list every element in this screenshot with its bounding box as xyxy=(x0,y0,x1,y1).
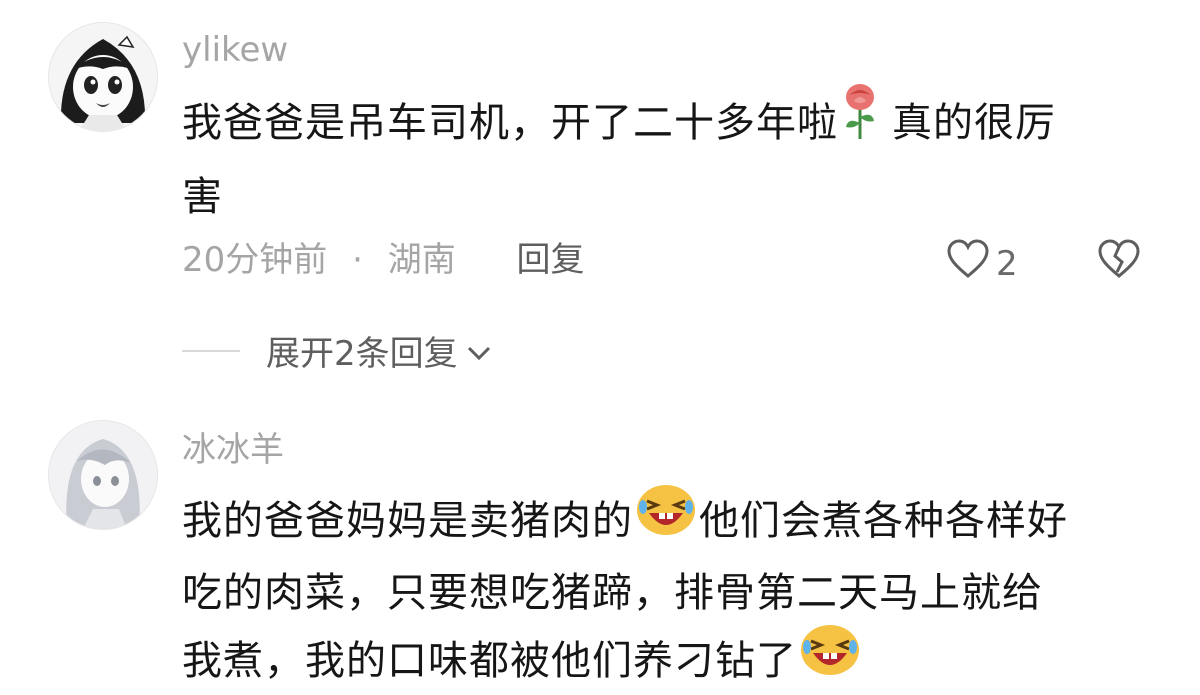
rose-icon xyxy=(840,83,880,161)
heart-icon xyxy=(946,238,990,289)
chevron-down-icon xyxy=(466,331,492,371)
comment-line: 吃的肉菜，只要想吃猪蹄，排骨第二天马上就给 xyxy=(182,570,1043,616)
location: 湖南 xyxy=(387,240,456,280)
username[interactable]: ylikew xyxy=(182,30,288,70)
anime-avatar-image xyxy=(49,421,157,529)
comment-text: 我的爸爸妈妈是卖猪肉的 他们会煮各种各样好 吃的肉菜，只要想吃猪蹄，排骨第二天马… xyxy=(182,483,1162,695)
comment-text: 我爸爸是吊车司机，开了二十多年啦 真的很厉 害 xyxy=(182,83,1162,230)
anime-avatar-image xyxy=(49,23,157,131)
timestamp: 20分钟前 xyxy=(182,240,328,280)
comment-line: 我煮，我的口味都被他们养刁钻了 xyxy=(182,623,1162,695)
laughing-face-icon xyxy=(799,623,861,695)
expand-replies-label: 展开2条回复 xyxy=(266,334,458,374)
like-button[interactable]: 2 xyxy=(946,238,1018,289)
comment-line: 害 xyxy=(182,174,223,220)
avatar[interactable] xyxy=(48,22,158,132)
dislike-button[interactable] xyxy=(1096,238,1142,284)
comment-line: 我的爸爸妈妈是卖猪肉的 他们会煮各种各样好 xyxy=(182,483,1162,560)
comment-list: ylikew 我爸爸是吊车司机，开了二十多年啦 真的很厉 害 20分钟前 · 湖… xyxy=(0,0,1200,695)
divider xyxy=(182,349,240,352)
comment-meta: 20分钟前 · 湖南 回复 xyxy=(182,240,585,280)
comment-line: 我爸爸是吊车司机，开了二十多年啦 真的很厉 xyxy=(182,83,1162,164)
laughing-face-icon xyxy=(635,483,697,557)
broken-heart-icon xyxy=(1096,239,1142,284)
meta-separator: · xyxy=(352,240,363,280)
reply-button[interactable]: 回复 xyxy=(517,240,585,280)
like-count: 2 xyxy=(996,243,1018,284)
expand-replies[interactable]: 展开2条回复 xyxy=(182,326,492,375)
username[interactable]: 冰冰羊 xyxy=(182,430,284,470)
avatar[interactable] xyxy=(48,420,158,530)
